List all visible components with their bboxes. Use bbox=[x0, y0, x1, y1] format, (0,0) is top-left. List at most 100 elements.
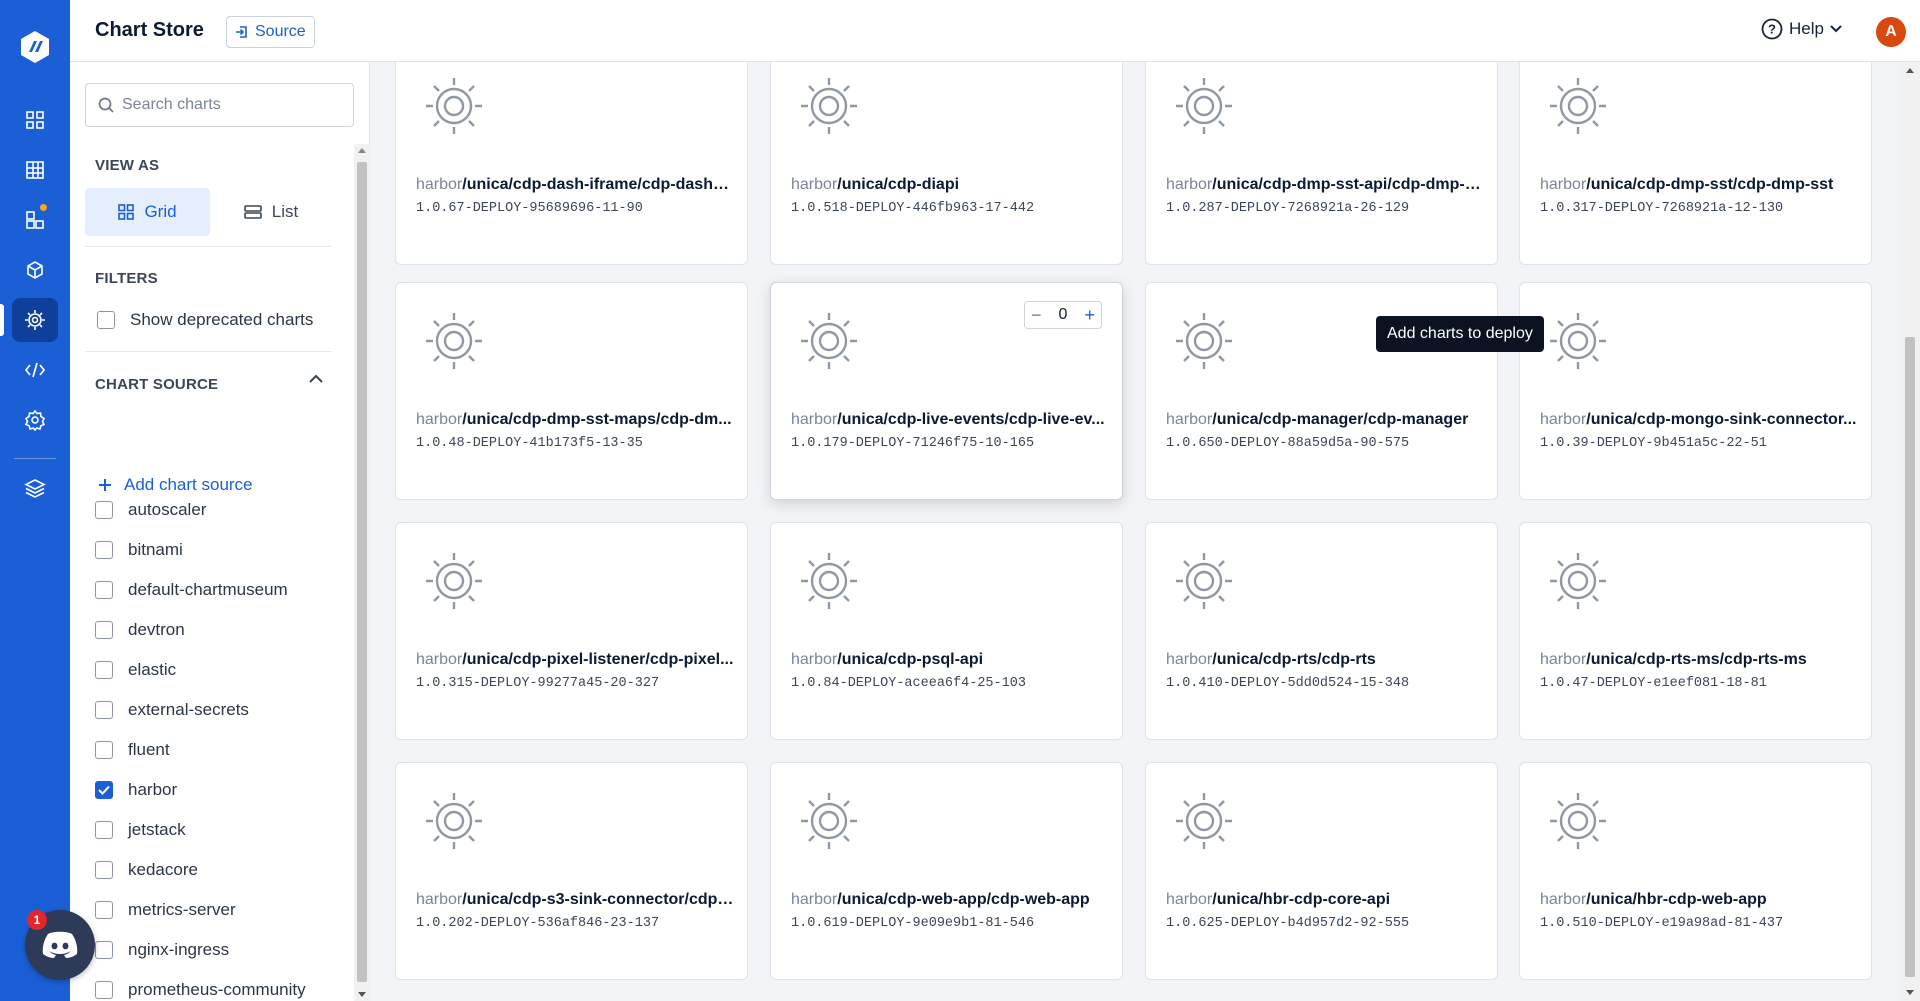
code-icon bbox=[24, 362, 46, 378]
chart-card[interactable]: harbor/unica/cdp-s3-sink-connector/cdp-.… bbox=[395, 762, 748, 980]
chart-card[interactable]: harbor/unica/cdp-dmp-sst-api/cdp-dmp-s..… bbox=[1145, 62, 1498, 265]
chart-source-item[interactable]: devtron bbox=[95, 620, 185, 640]
scroll-thumb[interactable] bbox=[1905, 337, 1915, 977]
chart-card[interactable]: harbor/unica/cdp-rts/cdp-rts 1.0.410-DEPL… bbox=[1145, 522, 1498, 740]
scroll-down-arrow[interactable] bbox=[1906, 990, 1914, 995]
list-view-button[interactable]: List bbox=[210, 188, 332, 236]
chart-card[interactable]: harbor/unica/cdp-web-app/cdp-web-app 1.0.… bbox=[770, 762, 1123, 980]
chart-source-item[interactable]: bitnami bbox=[95, 540, 183, 560]
chart-source-item[interactable]: default-chartmuseum bbox=[95, 580, 288, 600]
checkbox[interactable] bbox=[95, 861, 113, 879]
chart-source-item[interactable]: fluent bbox=[95, 740, 170, 760]
checkbox[interactable] bbox=[95, 821, 113, 839]
nav-applications[interactable] bbox=[0, 145, 70, 195]
scroll-up-arrow[interactable] bbox=[358, 148, 366, 153]
scroll-down-arrow[interactable] bbox=[358, 992, 366, 997]
chart-card[interactable]: harbor/unica/cdp-rts-ms/cdp-rts-ms 1.0.47… bbox=[1519, 522, 1872, 740]
discord-button[interactable]: 1 bbox=[25, 910, 95, 980]
search-box[interactable] bbox=[85, 83, 354, 127]
collapse-chevron-icon[interactable] bbox=[308, 371, 324, 389]
chart-card[interactable]: harbor/unica/cdp-live-events/cdp-live-ev… bbox=[770, 282, 1123, 500]
checkbox[interactable] bbox=[95, 501, 113, 519]
chart-version: 1.0.650-DEPLOY-88a59d5a-90-575 bbox=[1166, 436, 1410, 451]
chart-card[interactable]: harbor/unica/cdp-psql-api 1.0.84-DEPLOY-a… bbox=[770, 522, 1123, 740]
chart-source-item[interactable]: kedacore bbox=[95, 860, 198, 880]
show-deprecated-checkbox[interactable]: Show deprecated charts bbox=[97, 310, 313, 330]
chart-card[interactable]: harbor/unica/cdp-dash-iframe/cdp-dash-i.… bbox=[395, 62, 748, 265]
chart-repo: harbor bbox=[416, 176, 463, 193]
scroll-thumb[interactable] bbox=[357, 162, 367, 982]
chart-card[interactable]: harbor/unica/hbr-cdp-core-api 1.0.625-DEP… bbox=[1145, 762, 1498, 980]
checkbox[interactable] bbox=[95, 741, 113, 759]
chart-card[interactable]: harbor/unica/cdp-manager/cdp-manager 1.0.… bbox=[1145, 282, 1498, 500]
chart-source-item[interactable]: harbor bbox=[95, 780, 177, 800]
chart-version: 1.0.625-DEPLOY-b4d957d2-92-555 bbox=[1166, 916, 1410, 931]
filters-heading: FILTERS bbox=[95, 270, 158, 287]
chart-version: 1.0.315-DEPLOY-99277a45-20-327 bbox=[416, 676, 660, 691]
grid-view-button[interactable]: Grid bbox=[85, 188, 210, 236]
quantity-stepper[interactable]: −0 + bbox=[1024, 301, 1102, 329]
chart-name: harbor/unica/cdp-rts/cdp-rts bbox=[1166, 651, 1484, 669]
decrement-button[interactable]: − bbox=[1031, 305, 1042, 326]
chart-path: /unica/cdp-s3-sink-connector/cdp-... bbox=[462, 891, 734, 908]
chart-gear-icon bbox=[424, 76, 484, 141]
checkbox[interactable] bbox=[95, 581, 113, 599]
help-label: Help bbox=[1789, 19, 1824, 38]
chart-name: harbor/unica/cdp-dmp-sst/cdp-dmp-sst bbox=[1540, 176, 1858, 194]
chart-card[interactable]: harbor/unica/cdp-dmp-sst/cdp-dmp-sst 1.0.… bbox=[1519, 62, 1872, 265]
chart-repo: harbor bbox=[416, 411, 463, 428]
main-scrollbar[interactable] bbox=[1900, 62, 1920, 1001]
chart-source-item[interactable]: autoscaler bbox=[95, 500, 206, 520]
chart-card[interactable]: harbor/unica/cdp-mongo-sink-connector...… bbox=[1519, 282, 1872, 500]
nav-stack-manager[interactable] bbox=[0, 463, 70, 513]
chart-source-item[interactable]: metrics-server bbox=[95, 900, 236, 920]
chart-version: 1.0.84-DEPLOY-aceea6f4-25-103 bbox=[791, 676, 1026, 691]
help-menu[interactable]: ? Help bbox=[1761, 18, 1842, 40]
checkbox[interactable] bbox=[95, 621, 113, 639]
checkbox[interactable] bbox=[97, 311, 115, 329]
increment-button[interactable]: + bbox=[1084, 305, 1095, 326]
chart-name: harbor/unica/cdp-pixel-listener/cdp-pixe… bbox=[416, 651, 734, 669]
chart-name: harbor/unica/cdp-psql-api bbox=[791, 651, 1109, 669]
chart-source-item[interactable]: nginx-ingress bbox=[95, 940, 229, 960]
chart-repo: harbor bbox=[1540, 651, 1587, 668]
source-button[interactable]: Source bbox=[226, 16, 315, 48]
chart-repo: harbor bbox=[791, 891, 838, 908]
chart-source-item[interactable]: elastic bbox=[95, 660, 176, 680]
checkbox[interactable] bbox=[95, 541, 113, 559]
devtron-logo-icon[interactable] bbox=[16, 28, 54, 66]
chart-source-label: harbor bbox=[128, 780, 178, 799]
add-chart-source-link[interactable]: Add chart source bbox=[98, 475, 253, 495]
chart-card[interactable]: harbor/unica/cdp-diapi 1.0.518-DEPLOY-446… bbox=[770, 62, 1123, 265]
search-input[interactable] bbox=[122, 96, 342, 114]
checkbox[interactable] bbox=[95, 701, 113, 719]
chart-card[interactable]: harbor/unica/cdp-pixel-listener/cdp-pixe… bbox=[395, 522, 748, 740]
chart-name: harbor/unica/hbr-cdp-core-api bbox=[1166, 891, 1484, 909]
chart-name: harbor/unica/cdp-live-events/cdp-live-ev… bbox=[791, 411, 1109, 429]
nav-app-groups[interactable] bbox=[0, 195, 70, 245]
chart-source-item[interactable]: prometheus-community bbox=[95, 980, 306, 1000]
checkbox[interactable] bbox=[95, 981, 113, 999]
chart-card[interactable]: harbor/unica/cdp-dmp-sst-maps/cdp-dm... 1… bbox=[395, 282, 748, 500]
chart-source-label: external-secrets bbox=[128, 700, 249, 719]
nav-code-source[interactable] bbox=[0, 345, 70, 395]
checkbox[interactable] bbox=[95, 941, 113, 959]
checkbox[interactable] bbox=[95, 661, 113, 679]
chart-source-item[interactable]: external-secrets bbox=[95, 700, 249, 720]
checkbox[interactable] bbox=[95, 901, 113, 919]
chart-source-item[interactable]: jetstack bbox=[95, 820, 186, 840]
nav-global-config[interactable] bbox=[0, 395, 70, 445]
panel-scrollbar[interactable] bbox=[354, 144, 370, 1001]
nav-chart-store[interactable] bbox=[0, 295, 70, 345]
nav-resource-browser[interactable] bbox=[0, 245, 70, 295]
chart-repo: harbor bbox=[416, 651, 463, 668]
scroll-up-arrow[interactable] bbox=[1906, 68, 1914, 73]
chart-version: 1.0.39-DEPLOY-9b451a5c-22-51 bbox=[1540, 436, 1767, 451]
nav-overview[interactable] bbox=[0, 95, 70, 145]
chart-card[interactable]: harbor/unica/hbr-cdp-web-app 1.0.510-DEPL… bbox=[1519, 762, 1872, 980]
chart-path: /unica/cdp-diapi bbox=[837, 176, 960, 193]
chart-source-label: default-chartmuseum bbox=[128, 580, 288, 599]
checkmark-icon bbox=[98, 785, 110, 795]
checkbox[interactable] bbox=[95, 781, 113, 799]
user-avatar[interactable]: A bbox=[1876, 17, 1906, 47]
